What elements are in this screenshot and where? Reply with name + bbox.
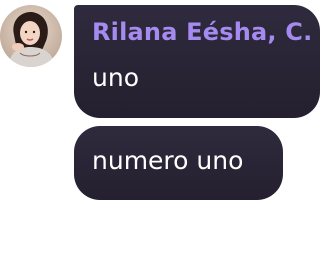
message-text: uno xyxy=(92,63,139,92)
message-text: numero uno xyxy=(92,146,244,175)
avatar-photo-icon xyxy=(0,5,62,67)
sender-avatar[interactable] xyxy=(0,5,62,67)
sender-name[interactable]: Rilana Eésha, C. xyxy=(92,18,312,46)
message-bubble[interactable]: numero uno xyxy=(74,126,283,200)
message-bubble[interactable]: Rilana Eésha, C. uno xyxy=(74,5,320,118)
